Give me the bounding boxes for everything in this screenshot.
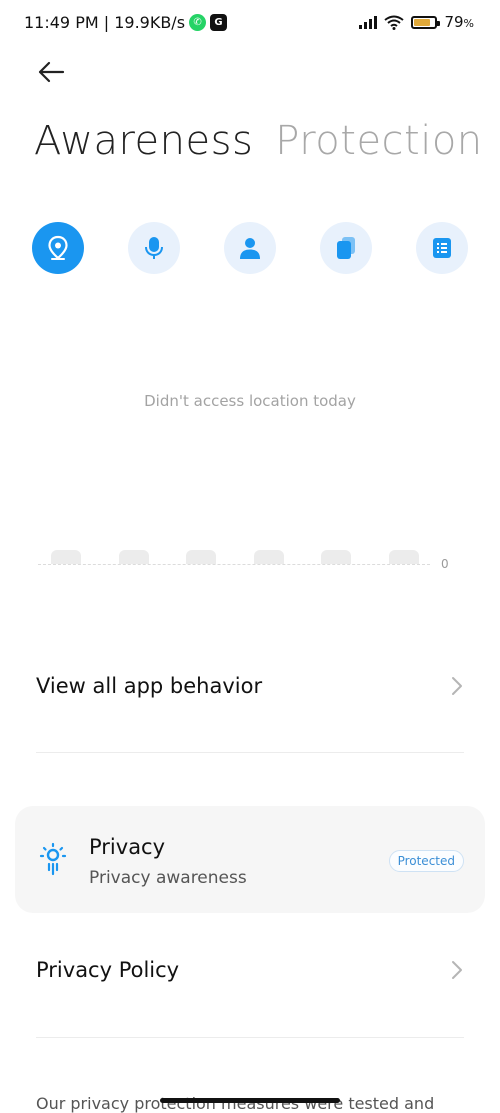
clipboard-button[interactable] <box>320 222 372 274</box>
clipboard-icon <box>337 237 355 259</box>
status-left: 11:49 PM | 19.9KB/s ✆ G <box>24 13 228 32</box>
chart-bar <box>253 550 284 564</box>
privacy-card-title: Privacy <box>89 835 166 859</box>
tab-awareness[interactable]: Awareness <box>34 118 253 164</box>
contacts-icon <box>240 238 260 259</box>
battery-icon <box>411 15 441 29</box>
permission-selector <box>32 222 468 276</box>
footer-disclaimer: Our privacy protection measures were tes… <box>36 1094 435 1113</box>
privacy-policy-label: Privacy Policy <box>36 958 180 982</box>
home-indicator[interactable] <box>160 1098 340 1103</box>
whatsapp-icon: ✆ <box>189 14 207 31</box>
status-time-speed: 11:49 PM | 19.9KB/s <box>24 13 186 32</box>
chart-bar <box>51 550 81 564</box>
privacy-card[interactable]: Privacy Privacy awareness Protected <box>15 806 485 913</box>
battery-fill <box>414 18 431 26</box>
header-tabs: Awareness Protection <box>34 118 483 164</box>
empty-state-message: Didn't access location today <box>144 392 356 410</box>
g-app-icon: G <box>210 14 228 31</box>
chevron-right-icon <box>452 961 462 979</box>
chart-bar <box>388 550 419 564</box>
location-access-chart: 0 <box>38 540 462 580</box>
chart-bar <box>118 550 149 564</box>
microphone-icon <box>145 237 163 259</box>
chart-baseline <box>38 564 430 565</box>
wifi-icon <box>384 15 405 30</box>
location-icon <box>48 235 68 260</box>
location-button[interactable] <box>32 222 84 274</box>
calendar-button[interactable] <box>416 222 468 274</box>
divider <box>36 1037 464 1038</box>
y-tick-label: 0 <box>441 557 449 571</box>
privacy-card-subtitle: Privacy awareness <box>89 868 247 888</box>
signal-icon <box>359 15 378 29</box>
view-all-app-behavior-row[interactable]: View all app behavior <box>36 668 464 704</box>
contacts-button[interactable] <box>224 222 276 274</box>
battery-percent: 79% <box>444 13 474 31</box>
privacy-sensor-icon <box>39 842 67 876</box>
chevron-right-icon <box>452 677 462 695</box>
microphone-button[interactable] <box>128 222 180 274</box>
calendar-icon <box>433 238 451 258</box>
status-right: 79% <box>359 13 474 31</box>
view-all-app-behavior-label: View all app behavior <box>36 674 263 698</box>
back-arrow-icon[interactable] <box>36 58 66 88</box>
divider <box>36 752 464 753</box>
status-badge: Protected <box>388 850 464 872</box>
status-bar: 11:49 PM | 19.9KB/s ✆ G 79% <box>0 0 500 48</box>
chart-bar <box>321 550 351 564</box>
privacy-policy-row[interactable]: Privacy Policy <box>36 952 464 988</box>
chart-bar <box>186 550 216 564</box>
tab-protection[interactable]: Protection <box>275 118 482 164</box>
